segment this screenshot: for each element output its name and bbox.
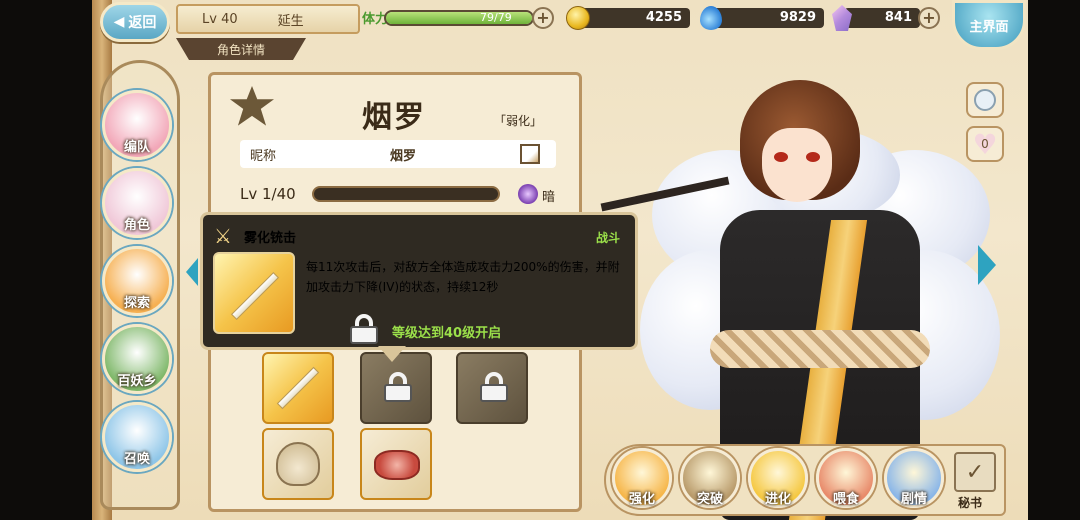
water-drop-icon [700, 6, 722, 30]
sidebar-item-label: 编队 [123, 140, 150, 155]
evolve-button[interactable]: 进化 [748, 448, 808, 508]
sidebar-item-summon[interactable]: 召唤 [102, 402, 172, 472]
heart-count: 0 [981, 137, 989, 151]
bag-icon [276, 442, 320, 486]
stamina-value: 79/79 [480, 11, 512, 24]
back-arrow-icon: ◀ [113, 14, 125, 30]
sidebar-item-label: 百妖乡 [117, 374, 157, 389]
favor-button[interactable]: ♥ 0 [966, 126, 1004, 162]
sidebar-item-team[interactable]: 编队 [102, 90, 172, 160]
sidebar-item-label: 召唤 [123, 452, 150, 467]
action-label: 突破 [696, 492, 723, 507]
character-face [762, 128, 832, 202]
secretary-checkbox[interactable]: ✓ [954, 452, 996, 492]
enhance-button[interactable]: 强化 [612, 448, 672, 508]
next-character-arrow[interactable] [978, 245, 996, 285]
player-level-box: Lv 40 延生 [176, 4, 360, 34]
character-status: 「弱化」 [494, 114, 543, 128]
character-eye [774, 152, 788, 162]
skill-tile-bag[interactable] [262, 428, 334, 500]
coin-icon [566, 6, 590, 30]
action-label: 强化 [628, 492, 655, 507]
water-count: 9829 [712, 8, 824, 28]
dark-attribute-icon [518, 184, 538, 204]
skill-tile-locked[interactable] [360, 352, 432, 424]
skill-title: 雾化铳击 [244, 231, 297, 246]
sidebar-item-explore[interactable]: 探索 [102, 246, 172, 316]
meat-icon [374, 450, 420, 480]
attribute-label: 暗 [542, 190, 556, 205]
nickname-label: 昵称 [250, 148, 277, 164]
back-button[interactable]: ◀ 返回 [100, 2, 170, 42]
gem-count: 841 [844, 8, 920, 28]
tooltip-pointer [378, 346, 406, 362]
action-label: 进化 [764, 492, 791, 507]
skill-tile-meat[interactable] [360, 428, 432, 500]
character-name: 烟罗 [362, 100, 426, 135]
lock-icon [480, 372, 508, 402]
unlock-requirement: 等级达到40级开启 [392, 326, 502, 341]
sidebar-item-label: 探索 [123, 296, 150, 311]
home-button[interactable]: 主界面 [952, 0, 1026, 50]
left-letterbox [0, 0, 92, 520]
secretary-label: 秘书 [958, 496, 983, 510]
crossed-swords-icon: ⚔ [214, 224, 232, 248]
sidebar-item-label: 角色 [123, 218, 150, 233]
sidebar-item-character[interactable]: 角色 [102, 168, 172, 238]
character-rope [710, 330, 930, 368]
action-label: 剧情 [900, 492, 927, 507]
screen-title: 角色详情 [176, 38, 306, 60]
feed-button[interactable]: 喂食 [816, 448, 876, 508]
breakthrough-button[interactable]: 突破 [680, 448, 740, 508]
checkmark-icon: ✓ [965, 459, 985, 485]
face-icon [974, 89, 996, 111]
add-gems-button[interactable]: + [918, 7, 940, 29]
action-label: 喂食 [832, 492, 859, 507]
nickname-row: 昵称 烟罗 [240, 140, 556, 168]
character-eye [806, 152, 820, 162]
skill-tile-gunshot[interactable] [262, 352, 334, 424]
skill-type: 战斗 [596, 231, 621, 245]
lock-icon [350, 314, 378, 344]
story-button[interactable]: 剧情 [884, 448, 944, 508]
right-letterbox [1028, 0, 1080, 520]
sword-icon [276, 366, 320, 410]
lock-icon [384, 372, 412, 402]
skill-icon [213, 252, 295, 334]
edit-nickname-icon[interactable] [520, 144, 540, 164]
sword-icon [230, 271, 280, 321]
sidebar-item-village[interactable]: 百妖乡 [102, 324, 172, 394]
character-level: Lv 1/40 [240, 185, 296, 203]
previous-character-arrow[interactable] [186, 258, 198, 286]
player-level: Lv 40 [202, 11, 238, 27]
player-name: 延生 [277, 13, 304, 29]
skill-description: 每11次攻击后，对敌方全体造成攻击力200%的伤害，并附加攻击力下降(IV)的状… [306, 260, 620, 294]
exp-bar [312, 186, 500, 202]
back-label: 返回 [128, 15, 157, 31]
add-stamina-button[interactable]: + [532, 7, 554, 29]
nickname-value: 烟罗 [390, 148, 417, 164]
skill-tile-locked[interactable] [456, 352, 528, 424]
expression-button[interactable] [966, 82, 1004, 118]
coin-count: 4255 [580, 8, 690, 28]
game-scene: ◀ 返回 Lv 40 延生 角色详情 体力 79/79 + 4255 9829 … [0, 0, 1080, 520]
